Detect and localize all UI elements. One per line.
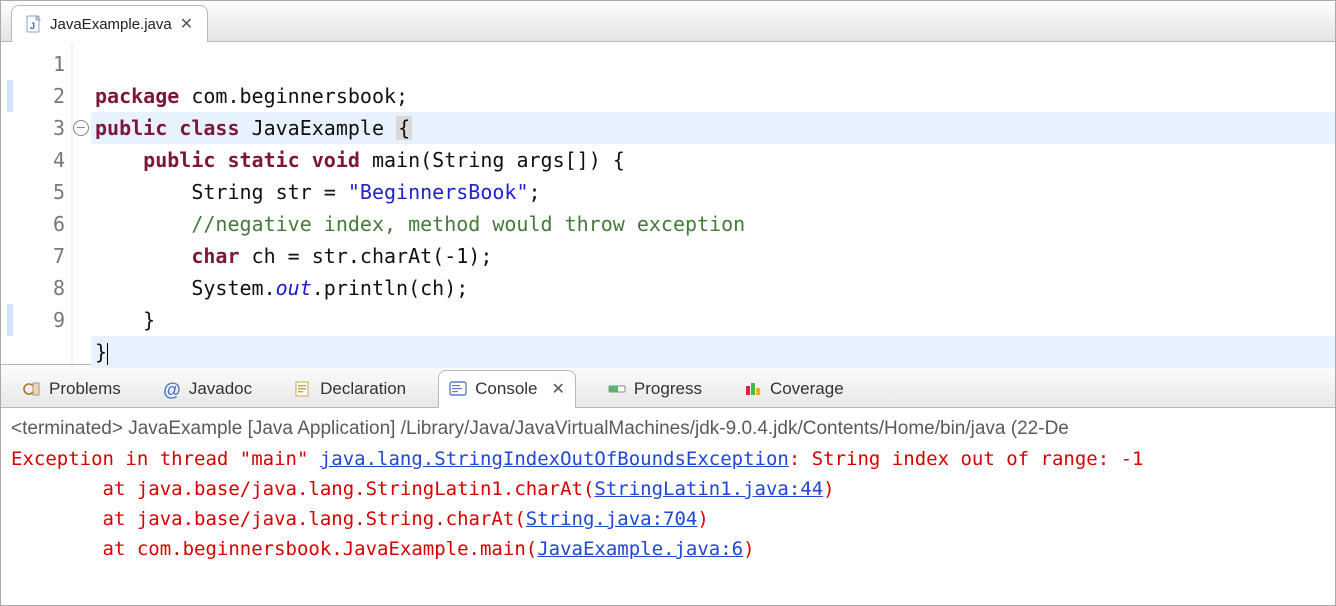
svg-text:J: J [30, 21, 35, 31]
editor-tab-label: JavaExample.java [50, 16, 172, 33]
folding-column[interactable] [73, 42, 91, 364]
panel-tab-console[interactable]: Console ✕ [438, 370, 576, 408]
editor-tabbar: J JavaExample.java ✕ [1, 1, 1335, 42]
java-file-icon: J [26, 15, 42, 33]
fold-toggle-icon[interactable] [73, 120, 89, 136]
problems-icon [23, 380, 41, 398]
console-output[interactable]: <terminated> JavaExample [Java Applicati… [1, 408, 1335, 605]
exception-link[interactable]: java.lang.StringIndexOutOfBoundsExceptio… [320, 448, 789, 470]
stack-link[interactable]: JavaExample.java:6 [537, 538, 743, 560]
code-editor[interactable]: 1 2 3 4 5 6 7 8 9 package com.beginnersb… [1, 42, 1335, 364]
stack-link[interactable]: String.java:704 [526, 508, 698, 530]
close-icon[interactable]: ✕ [552, 379, 565, 399]
console-icon [449, 380, 467, 398]
line-number-gutter: 1 2 3 4 5 6 7 8 9 [19, 42, 73, 364]
ide-window: J JavaExample.java ✕ 1 2 3 4 5 6 [0, 0, 1336, 606]
stack-link[interactable]: StringLatin1.java:44 [594, 478, 823, 500]
code-area[interactable]: package com.beginnersbook;public class J… [91, 42, 1335, 364]
close-icon[interactable]: ✕ [180, 14, 193, 34]
console-text: Exception in thread "main" java.lang.Str… [11, 444, 1325, 564]
editor-tab[interactable]: J JavaExample.java ✕ [11, 5, 208, 42]
overview-ruler [1, 42, 19, 364]
